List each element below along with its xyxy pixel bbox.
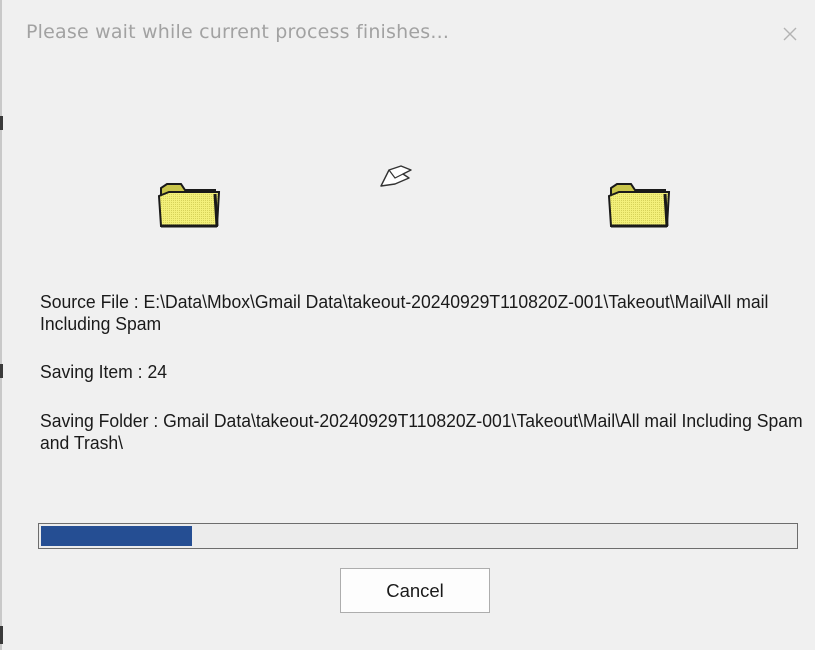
saving-item-label: Saving Item : 24 xyxy=(40,361,168,382)
source-folder-icon xyxy=(157,183,221,228)
close-button[interactable] xyxy=(772,16,808,52)
window-edge-mark xyxy=(0,626,3,644)
close-icon xyxy=(783,27,797,41)
cancel-button[interactable]: Cancel xyxy=(340,568,490,613)
source-file-label: Source File : E:\Data\Mbox\Gmail Data\ta… xyxy=(40,291,769,334)
flying-document-icon xyxy=(380,165,412,187)
dialog-title: Please wait while current process finish… xyxy=(26,21,450,43)
window-edge-mark xyxy=(0,116,3,130)
progress-bar xyxy=(38,523,798,549)
saving-folder-container: Saving Folder : Gmail Data\takeout-20240… xyxy=(40,410,815,450)
progress-dialog: Please wait while current process finish… xyxy=(0,0,815,650)
progress-bar-fill xyxy=(41,526,192,546)
window-edge-mark xyxy=(0,364,3,378)
destination-folder-icon xyxy=(607,183,671,228)
title-bar: Please wait while current process finish… xyxy=(2,0,815,66)
saving-folder-label: Saving Folder : Gmail Data\takeout-20240… xyxy=(40,410,803,450)
